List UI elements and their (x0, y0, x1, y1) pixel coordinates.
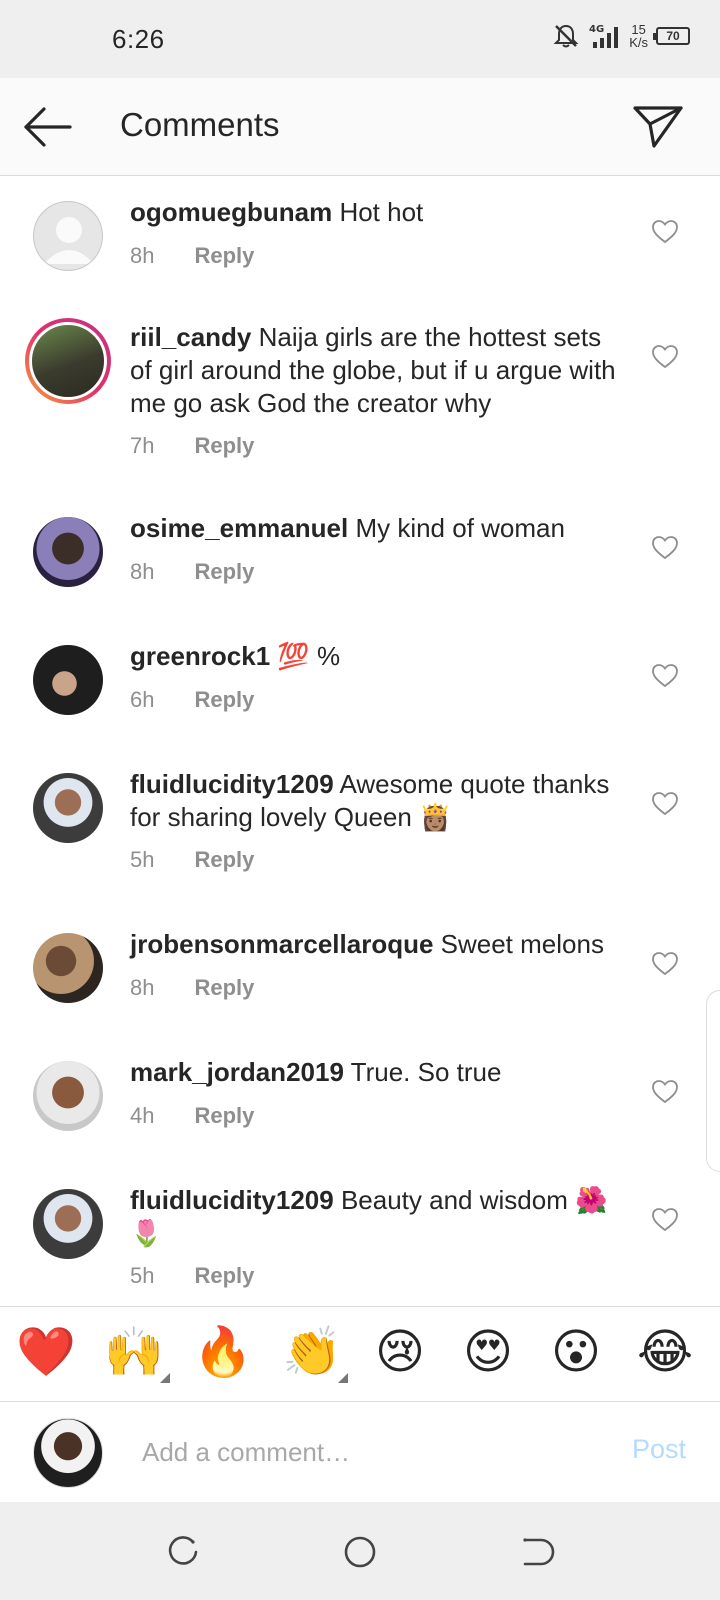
reply-button[interactable]: Reply (194, 559, 254, 585)
comment-username[interactable]: ogomuegbunam (130, 197, 332, 227)
emoji-raising-hands[interactable]: 🙌 (104, 1323, 164, 1381)
avatar-image[interactable] (33, 773, 103, 843)
emoji-tears-of-joy[interactable]: 😂 (636, 1323, 694, 1381)
heart-icon[interactable] (652, 1080, 678, 1104)
status-bar: 6:26 4G 15 K/s 70 (0, 0, 720, 78)
comment-body: 💯 % (270, 641, 341, 671)
emoji-crying-face[interactable]: 😢 (371, 1323, 429, 1381)
avatar-image[interactable] (33, 517, 103, 587)
comment-list[interactable]: ogomuegbunam Hot hot 8h Reply riil_candy… (0, 176, 720, 1306)
comment-text: fluidlucidity1209 Awesome quote thanks f… (130, 768, 630, 834)
app-header: Comments (0, 78, 720, 176)
comment-time: 6h (130, 687, 155, 712)
comment-time: 4h (130, 1103, 155, 1128)
emoji-fire[interactable]: 🔥 (193, 1323, 253, 1381)
comment-meta: 5h Reply (130, 1263, 254, 1289)
comment-username[interactable]: jrobensonmarcellaroque (130, 929, 433, 959)
post-button[interactable]: Post (632, 1434, 686, 1465)
comment-time: 7h (130, 433, 155, 458)
comment-meta: 7h Reply (130, 433, 254, 459)
comment-text: ogomuegbunam Hot hot (130, 196, 630, 229)
skin-tone-indicator-icon (338, 1373, 348, 1383)
comment-username[interactable]: fluidlucidity1209 (130, 1185, 334, 1215)
comment-body: Hot hot (332, 197, 424, 227)
comment-text: fluidlucidity1209 Beauty and wisdom 🌺🌷 (130, 1184, 630, 1250)
comment-meta: 6h Reply (130, 687, 254, 713)
comment-time: 8h (130, 975, 155, 1000)
reply-button[interactable]: Reply (194, 687, 254, 713)
comment-time: 5h (130, 847, 155, 872)
heart-icon[interactable] (652, 1208, 678, 1232)
default-user-icon (44, 217, 94, 264)
comment-username[interactable]: osime_emmanuel (130, 513, 348, 543)
comment-text: mark_jordan2019 True. So true (130, 1056, 630, 1089)
reply-button[interactable]: Reply (194, 1103, 254, 1129)
speed-unit: K/s (629, 35, 648, 50)
comment-text: riil_candy Naija girls are the hottest s… (130, 321, 630, 420)
network-speed: 15 K/s (629, 23, 648, 49)
avatar-image[interactable] (33, 1189, 103, 1259)
emoji-red-heart[interactable]: ❤️ (16, 1323, 76, 1381)
avatar-image (29, 322, 107, 400)
signal-icon: 4G (589, 24, 619, 48)
comment-meta: 8h Reply (130, 243, 254, 269)
status-icons: 4G 15 K/s 70 (553, 22, 690, 50)
heart-icon[interactable] (652, 345, 678, 369)
avatar-image[interactable] (33, 1061, 103, 1131)
battery-icon: 70 (653, 27, 690, 45)
comment-text: osime_emmanuel My kind of woman (130, 512, 630, 545)
comment-username[interactable]: riil_candy (130, 322, 251, 352)
avatar-image[interactable] (33, 933, 103, 1003)
comment-text: jrobensonmarcellaroque Sweet melons (130, 928, 630, 961)
skin-tone-indicator-icon (160, 1373, 170, 1383)
reply-button[interactable]: Reply (194, 975, 254, 1001)
comment-username[interactable]: greenrock1 (130, 641, 270, 671)
heart-icon[interactable] (652, 664, 678, 688)
edge-panel-handle[interactable] (706, 990, 720, 1172)
reply-button[interactable]: Reply (194, 243, 254, 269)
comment-body: My kind of woman (348, 513, 565, 543)
emoji-quick-bar: ❤️ 🙌 🔥 👏 😢 😍 😮 😂 (0, 1306, 720, 1402)
comment-username[interactable]: fluidlucidity1209 (130, 769, 334, 799)
comment-body: Sweet melons (433, 929, 604, 959)
emoji-heart-eyes[interactable]: 😍 (459, 1323, 517, 1381)
back-nav-icon[interactable] (519, 1534, 555, 1570)
page-title: Comments (120, 106, 280, 143)
mute-bell-icon (553, 24, 579, 48)
home-icon[interactable] (342, 1534, 378, 1570)
current-user-avatar (33, 1418, 103, 1488)
reply-button[interactable]: Reply (194, 847, 254, 873)
reply-button[interactable]: Reply (194, 433, 254, 459)
comment-composer: Post (0, 1402, 720, 1502)
back-arrow-icon[interactable] (22, 104, 74, 150)
recent-apps-icon[interactable] (165, 1534, 201, 1570)
heart-icon[interactable] (652, 220, 678, 244)
comment-time: 8h (130, 243, 155, 268)
send-icon[interactable] (632, 102, 684, 150)
system-nav-bar (0, 1502, 720, 1600)
heart-icon[interactable] (652, 792, 678, 816)
avatar-image[interactable] (33, 645, 103, 715)
network-type: 4G (589, 24, 604, 35)
emoji-clapping-hands[interactable]: 👏 (282, 1323, 342, 1381)
comment-input[interactable] (142, 1432, 592, 1472)
comment-text: greenrock1 💯 % (130, 640, 630, 673)
reply-button[interactable]: Reply (194, 1263, 254, 1289)
comment-body: True. So true (343, 1057, 502, 1087)
comment-meta: 8h Reply (130, 559, 254, 585)
comment-username[interactable]: mark_jordan2019 (130, 1057, 344, 1087)
heart-icon[interactable] (652, 536, 678, 560)
comment-meta: 4h Reply (130, 1103, 254, 1129)
emoji-surprised-face[interactable]: 😮 (547, 1323, 605, 1381)
comment-time: 5h (130, 1263, 155, 1288)
heart-icon[interactable] (652, 952, 678, 976)
avatar-story-ring[interactable] (25, 318, 111, 404)
avatar-placeholder[interactable] (33, 201, 103, 271)
comment-meta: 8h Reply (130, 975, 254, 1001)
status-time: 6:26 (112, 24, 165, 54)
comment-time: 8h (130, 559, 155, 584)
comment-meta: 5h Reply (130, 847, 254, 873)
